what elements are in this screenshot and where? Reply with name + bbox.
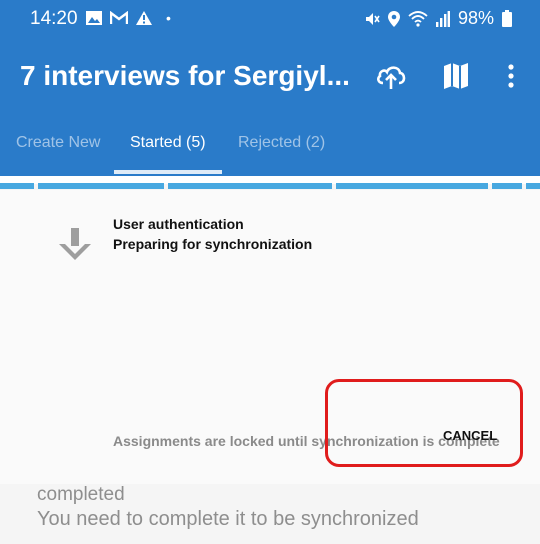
- strip-segment: [526, 183, 540, 189]
- tab-started[interactable]: Started (5): [130, 134, 206, 152]
- tab-indicator: [114, 170, 222, 174]
- image-icon: [86, 11, 102, 25]
- status-left-icons: •: [86, 10, 171, 26]
- status-time: 14:20: [30, 8, 78, 29]
- more-vert-icon: [508, 64, 514, 88]
- tab-bar: Create New Started (5) Rejected (2): [0, 118, 540, 176]
- map-icon: [444, 63, 468, 89]
- app-bar: 7 interviews for Sergiyl...: [0, 38, 540, 118]
- location-icon: [387, 10, 400, 27]
- cloud-sync-button[interactable]: [375, 60, 407, 92]
- list-item-message: You need to complete it to be synchroniz…: [37, 508, 419, 530]
- status-right: 98%: [364, 8, 512, 29]
- tab-rejected[interactable]: Rejected (2): [238, 134, 325, 152]
- strip-segment: [168, 183, 332, 189]
- download-arrow-icon: [59, 228, 91, 260]
- highlight-box: [325, 379, 523, 467]
- battery-icon: [502, 10, 512, 27]
- strip-segment: [0, 183, 34, 189]
- page-title: 7 interviews for Sergiyl...: [20, 60, 350, 91]
- tab-create-new[interactable]: Create New: [16, 134, 100, 152]
- status-bar: 14:20 • 98%: [0, 0, 540, 38]
- strip-segment: [492, 183, 522, 189]
- wifi-icon: [408, 10, 428, 27]
- dot-icon: •: [166, 10, 171, 26]
- map-button[interactable]: [440, 60, 472, 92]
- battery-percent: 98%: [457, 8, 494, 28]
- gmail-icon: [110, 11, 128, 24]
- sync-status-line1: User authentication: [113, 216, 244, 232]
- card-header-strip: [0, 176, 540, 189]
- strip-segment: [336, 183, 488, 189]
- warning-icon: [136, 11, 152, 25]
- list-item-status: completed: [37, 484, 125, 505]
- cloud-sync-icon: [377, 66, 406, 89]
- mute-icon: [365, 12, 380, 25]
- sync-status-line2: Preparing for synchronization: [113, 236, 313, 252]
- signal-icon: [435, 10, 450, 27]
- strip-segment: [38, 183, 164, 189]
- more-options-button[interactable]: [495, 60, 527, 92]
